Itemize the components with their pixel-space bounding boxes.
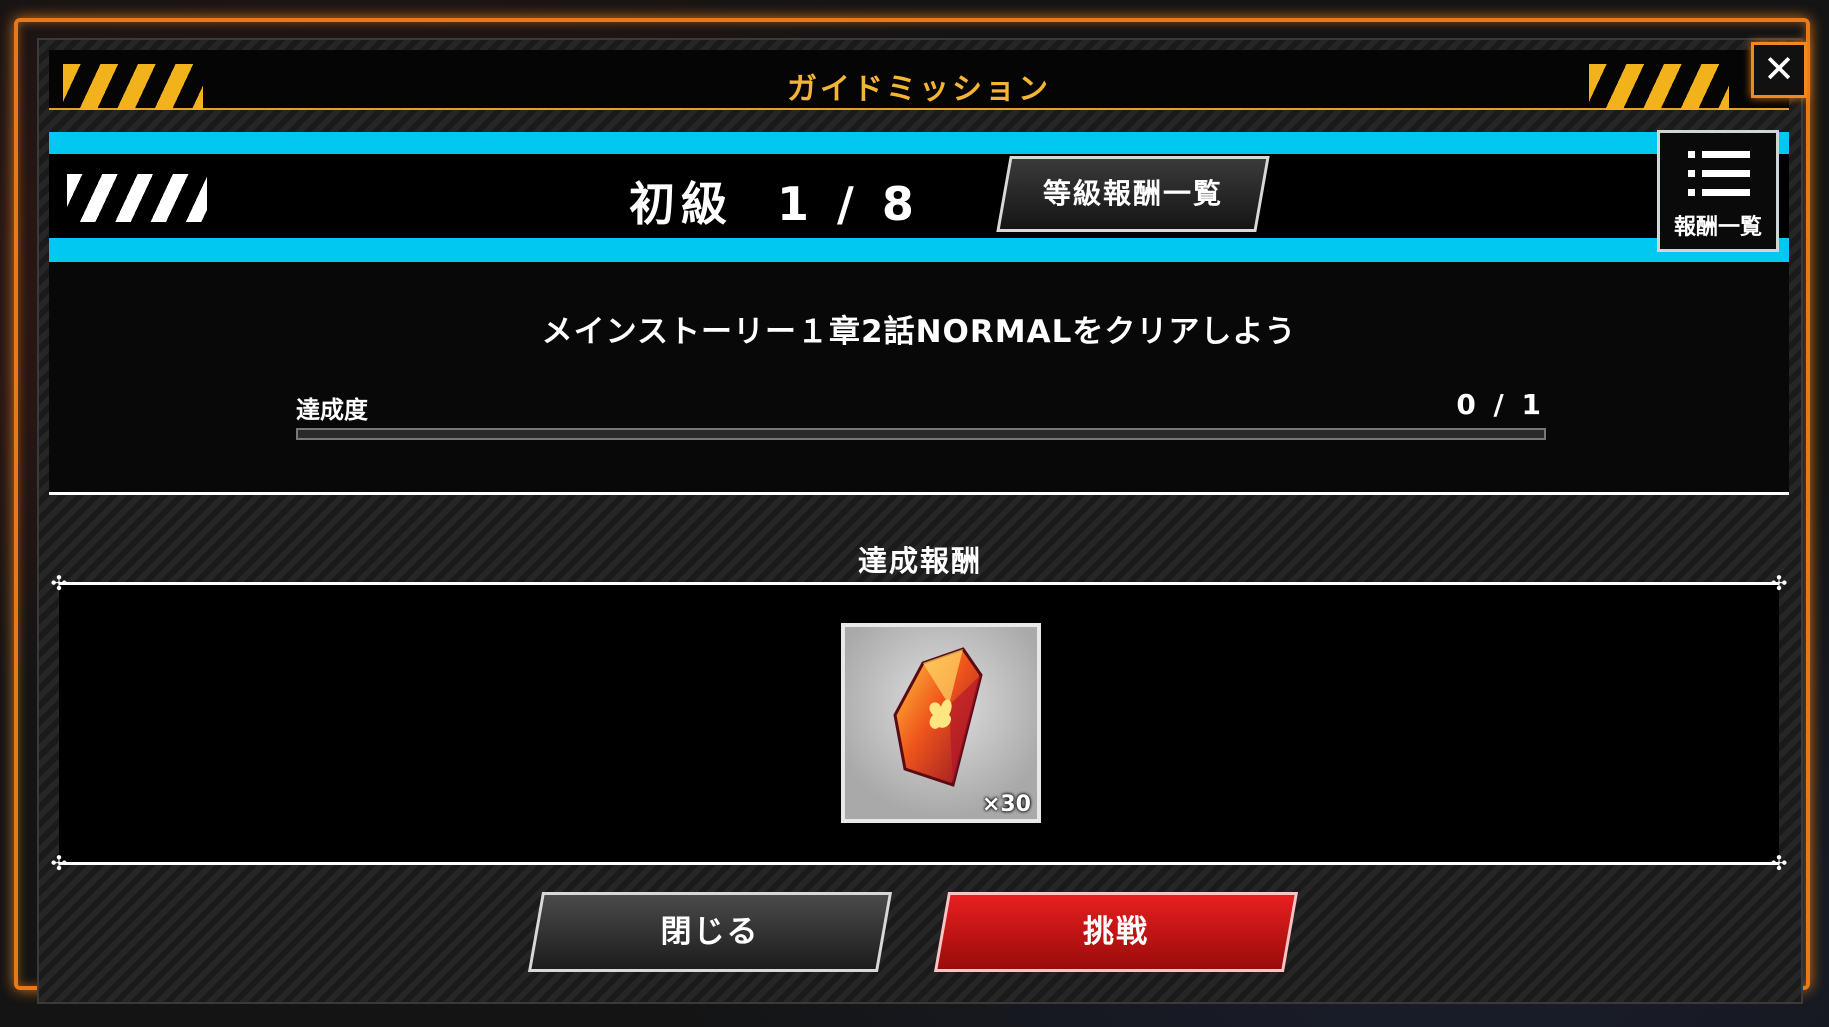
- close-icon[interactable]: ✕: [1751, 42, 1807, 98]
- reward-items-area: ×30: [59, 585, 1779, 862]
- rank-reward-list-button[interactable]: 等級報酬一覧: [996, 156, 1270, 232]
- reward-list-button[interactable]: 報酬一覧: [1657, 130, 1779, 252]
- rank-reward-list-label: 等級報酬一覧: [1042, 177, 1223, 210]
- challenge-button[interactable]: 挑戦: [933, 892, 1299, 972]
- progress-label: 達成度: [296, 396, 368, 424]
- reward-rule-bottom: ✣ ✣: [50, 851, 1788, 875]
- list-icon: [1688, 149, 1752, 199]
- level-indicator: 初級 1 / 8: [629, 168, 920, 234]
- reward-item-quantity: ×30: [981, 792, 1031, 817]
- level-progress: 1 / 8: [777, 177, 920, 231]
- progress-bar: [296, 428, 1546, 440]
- reward-section-title: 達成報酬: [857, 544, 982, 578]
- rank-label: 初級: [629, 177, 733, 231]
- dialog-title-bar: ガイドミッション ✕: [49, 42, 1807, 110]
- close-button-label: 閉じる: [660, 914, 760, 950]
- guide-mission-dialog: ガイドミッション ✕ 初級 1 / 8 等級報酬一覧 報酬一覧 メインストーリー１…: [37, 38, 1807, 1004]
- reward-rule-top: ✣ ✣: [50, 571, 1788, 595]
- reward-list-label: 報酬一覧: [1673, 215, 1762, 240]
- level-bar: 初級 1 / 8 等級報酬一覧: [49, 154, 1789, 238]
- mission-description: メインストーリー１章2話NORMALをクリアしよう: [541, 314, 1297, 350]
- mission-panel: メインストーリー１章2話NORMALをクリアしよう 達成度 0 / 1: [49, 262, 1789, 494]
- section-divider: [49, 492, 1789, 495]
- dialog-title: ガイドミッション: [787, 72, 1051, 107]
- hazard-stripes-right: [1589, 64, 1729, 110]
- red-crystal-icon: [893, 647, 983, 787]
- progress-count: 0 / 1: [1456, 388, 1545, 421]
- challenge-button-label: 挑戦: [1083, 914, 1149, 950]
- close-button[interactable]: 閉じる: [527, 892, 893, 972]
- level-stripes: [67, 174, 207, 222]
- reward-item-card[interactable]: ×30: [841, 623, 1041, 823]
- level-band: 初級 1 / 8 等級報酬一覧 報酬一覧: [49, 130, 1789, 262]
